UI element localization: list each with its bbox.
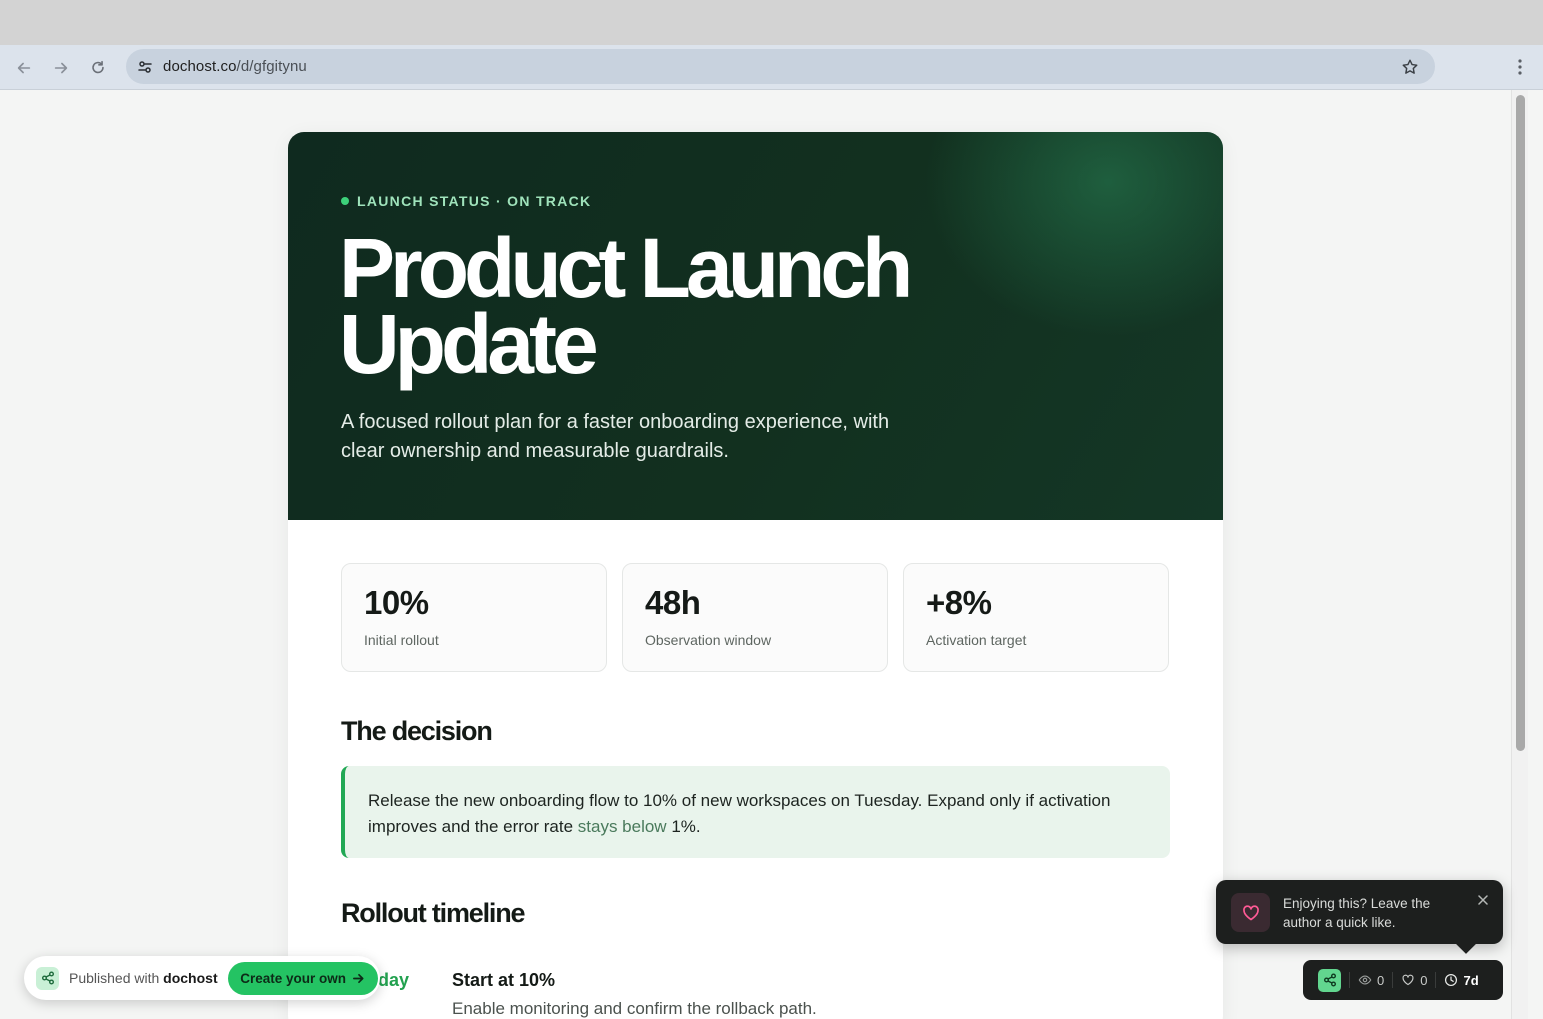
like-prompt-popup: Enjoying this? Leave the author a quick … [1216, 880, 1503, 944]
scrollbar-thumb[interactable] [1516, 95, 1525, 751]
dochost-logo-icon [36, 966, 59, 990]
status-dot-icon [341, 197, 349, 205]
metric-label: Observation window [645, 632, 772, 648]
eye-icon [1358, 975, 1372, 985]
metric-card-observation-window: 48h Observation window [622, 563, 888, 672]
browser-toolbar: dochost.co/d/gfgitynu [0, 45, 1543, 90]
dochost-logo-icon [1318, 968, 1341, 992]
title-line-2: Update [339, 297, 599, 391]
like-button[interactable] [1231, 893, 1270, 932]
reload-icon [92, 60, 104, 74]
decision-text: Release the new onboarding flow to 10% o… [368, 791, 1111, 836]
heart-outline-icon [1402, 974, 1414, 986]
metric-label: Initial rollout [364, 632, 439, 648]
document-card: LAUNCH STATUS · ON TRACK Product Launch … [288, 132, 1223, 1019]
browser-titlebar [0, 0, 1543, 45]
timeline-heading: Rollout timeline [341, 898, 526, 928]
published-badge: Published with dochost Create your own [24, 956, 380, 1000]
metrics-row: 10% Initial rollout 48h Observation wind… [341, 563, 1169, 672]
decision-text-end: 1%. [666, 817, 701, 836]
document-stats-bar: 0 0 7d [1303, 960, 1503, 1000]
decision-callout: Release the new onboarding flow to 10% o… [341, 766, 1170, 858]
url-text: dochost.co/d/gfgitynu [163, 58, 307, 75]
launch-status: LAUNCH STATUS · ON TRACK [341, 193, 591, 209]
browser-menu-button[interactable] [1508, 55, 1532, 79]
page-subtitle: A focused rollout plan for a faster onbo… [341, 411, 890, 462]
status-label: LAUNCH STATUS · ON TRACK [357, 193, 592, 209]
decision-heading: The decision [341, 716, 493, 746]
close-icon [1478, 895, 1488, 905]
forward-arrow-icon [54, 62, 68, 74]
reload-button[interactable] [85, 55, 111, 81]
heart-icon [1242, 904, 1259, 920]
bookmark-star-button[interactable] [1399, 56, 1421, 78]
page-title: Product Launch Update [339, 221, 959, 391]
likes-count[interactable]: 0 [1392, 972, 1435, 988]
close-popup-button[interactable] [1475, 892, 1491, 908]
site-settings-icon[interactable] [134, 56, 156, 78]
clock-icon [1445, 973, 1458, 987]
like-prompt-text: Enjoying this? Leave the author a quick … [1283, 896, 1431, 930]
back-arrow-icon [17, 62, 31, 74]
back-button[interactable] [11, 55, 37, 81]
metric-value: 48h [645, 584, 701, 621]
title-line-1: Product Launch [339, 221, 913, 315]
page-scrollbar[interactable] [1511, 90, 1528, 1019]
forward-button[interactable] [48, 55, 74, 81]
create-your-own-button[interactable]: Create your own [227, 961, 378, 995]
kebab-menu-icon [1518, 59, 1522, 75]
create-your-own-label: Create your own [240, 970, 347, 986]
metric-value: +8% [926, 584, 992, 621]
timeline-item-heading: Start at 10% [452, 970, 556, 990]
metric-value: 10% [364, 584, 429, 621]
metric-card-activation-target: +8% Activation target [903, 563, 1169, 672]
published-text: Published with dochost [69, 970, 218, 986]
age-indicator: 7d [1435, 972, 1486, 988]
timeline-item-description: Enable monitoring and confirm the rollba… [452, 999, 817, 1018]
address-bar[interactable]: dochost.co/d/gfgitynu [126, 49, 1435, 84]
timeline-day: day [378, 970, 410, 990]
arrow-right-icon [353, 973, 364, 983]
views-count: 0 [1349, 972, 1392, 988]
hero-banner: LAUNCH STATUS · ON TRACK Product Launch … [288, 132, 1223, 520]
published-brand: dochost [163, 970, 218, 986]
star-icon [1402, 59, 1418, 74]
decision-highlight: stays below [577, 817, 667, 836]
metric-card-initial-rollout: 10% Initial rollout [341, 563, 607, 672]
metric-label: Activation target [926, 632, 1027, 648]
